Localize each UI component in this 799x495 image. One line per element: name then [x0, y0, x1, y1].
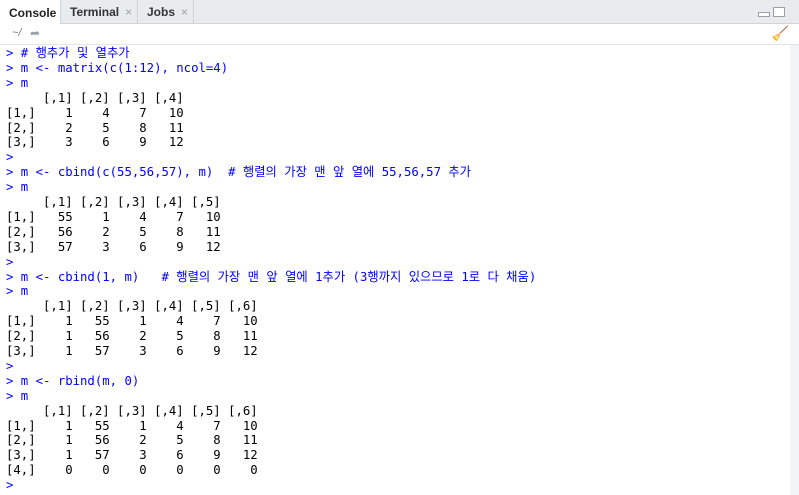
tab-terminal[interactable]: Terminal × — [61, 0, 138, 24]
console-input-line: > m <- matrix(c(1:12), ncol=4) — [6, 60, 229, 75]
console-input-line: > m <- rbind(m, 0) — [6, 373, 140, 388]
console-input-line: > # 행추가 및 열추가 — [6, 46, 130, 60]
console-input-line: > — [6, 254, 14, 269]
console-input-line: > m — [6, 180, 29, 195]
close-icon[interactable]: × — [181, 5, 188, 19]
pane-window-controls — [758, 7, 785, 17]
console-input-line: > m — [6, 388, 29, 403]
tab-console[interactable]: Console — [0, 0, 61, 25]
console-output-line: [,1] [,2] [,3] [,4] — [6, 90, 184, 105]
console-output-line: [1,] 1 55 1 4 7 10 — [6, 418, 258, 433]
working-directory-path[interactable]: ~/ — [12, 27, 21, 39]
console-output[interactable]: > # 행추가 및 열추가 > m <- matrix(c(1:12), ncol… — [0, 45, 790, 495]
console-output-line: [3,] 3 6 9 12 — [6, 135, 184, 150]
console-output-line: [1,] 1 4 7 10 — [6, 105, 184, 120]
console-tab-bar: Console Terminal × Jobs × — [0, 0, 799, 25]
maximize-icon[interactable] — [773, 7, 785, 17]
console-output-line: [3,] 1 57 3 6 9 12 — [6, 344, 258, 358]
close-icon[interactable]: × — [125, 5, 132, 19]
console-input-line: > m <- cbind(c(55,56,57), m) # 행렬의 가장 맨 … — [6, 165, 471, 180]
console-input-line: > m — [6, 284, 29, 299]
console-input-line: > — [6, 150, 14, 165]
console-output-line: [3,] 1 57 3 6 9 12 — [6, 448, 258, 463]
working-directory-bar: ~/ ➦ 🧹 — [0, 24, 799, 45]
console-scrollbar[interactable] — [790, 45, 799, 495]
console-output-line: [,1] [,2] [,3] [,4] [,5] — [6, 195, 221, 209]
console-input-line: > m <- cbind(1, m) # 행렬의 가장 맨 앞 열에 1추가 (… — [6, 269, 537, 284]
tab-jobs[interactable]: Jobs × — [138, 0, 194, 24]
console-output-line: [3,] 57 3 6 9 12 — [6, 239, 221, 254]
go-to-directory-icon[interactable]: ➦ — [30, 26, 40, 40]
console-output-line: [,1] [,2] [,3] [,4] [,5] [,6] — [6, 403, 258, 418]
console-input-line: > m — [6, 75, 29, 90]
clear-console-icon[interactable]: 🧹 — [772, 25, 789, 42]
tab-jobs-label: Jobs — [147, 5, 176, 19]
console-output-line: [2,] 1 56 2 5 8 11 — [6, 433, 258, 448]
console-output-line: [2,] 56 2 5 8 11 — [6, 224, 221, 239]
tab-terminal-label: Terminal — [70, 5, 120, 19]
console-input-line: > — [6, 358, 14, 373]
console-input-line: > — [6, 478, 14, 493]
console-output-line: [,1] [,2] [,3] [,4] [,5] [,6] — [6, 299, 258, 314]
minimize-icon[interactable] — [758, 12, 770, 17]
console-output-line: [1,] 55 1 4 7 10 — [6, 209, 221, 224]
tab-console-label: Console — [9, 5, 57, 20]
console-output-line: [2,] 2 5 8 11 — [6, 120, 184, 135]
console-output-line: [1,] 1 55 1 4 7 10 — [6, 314, 258, 329]
console-output-line: [2,] 1 56 2 5 8 11 — [6, 329, 258, 344]
console-output-line: [4,] 0 0 0 0 0 0 — [6, 463, 258, 478]
